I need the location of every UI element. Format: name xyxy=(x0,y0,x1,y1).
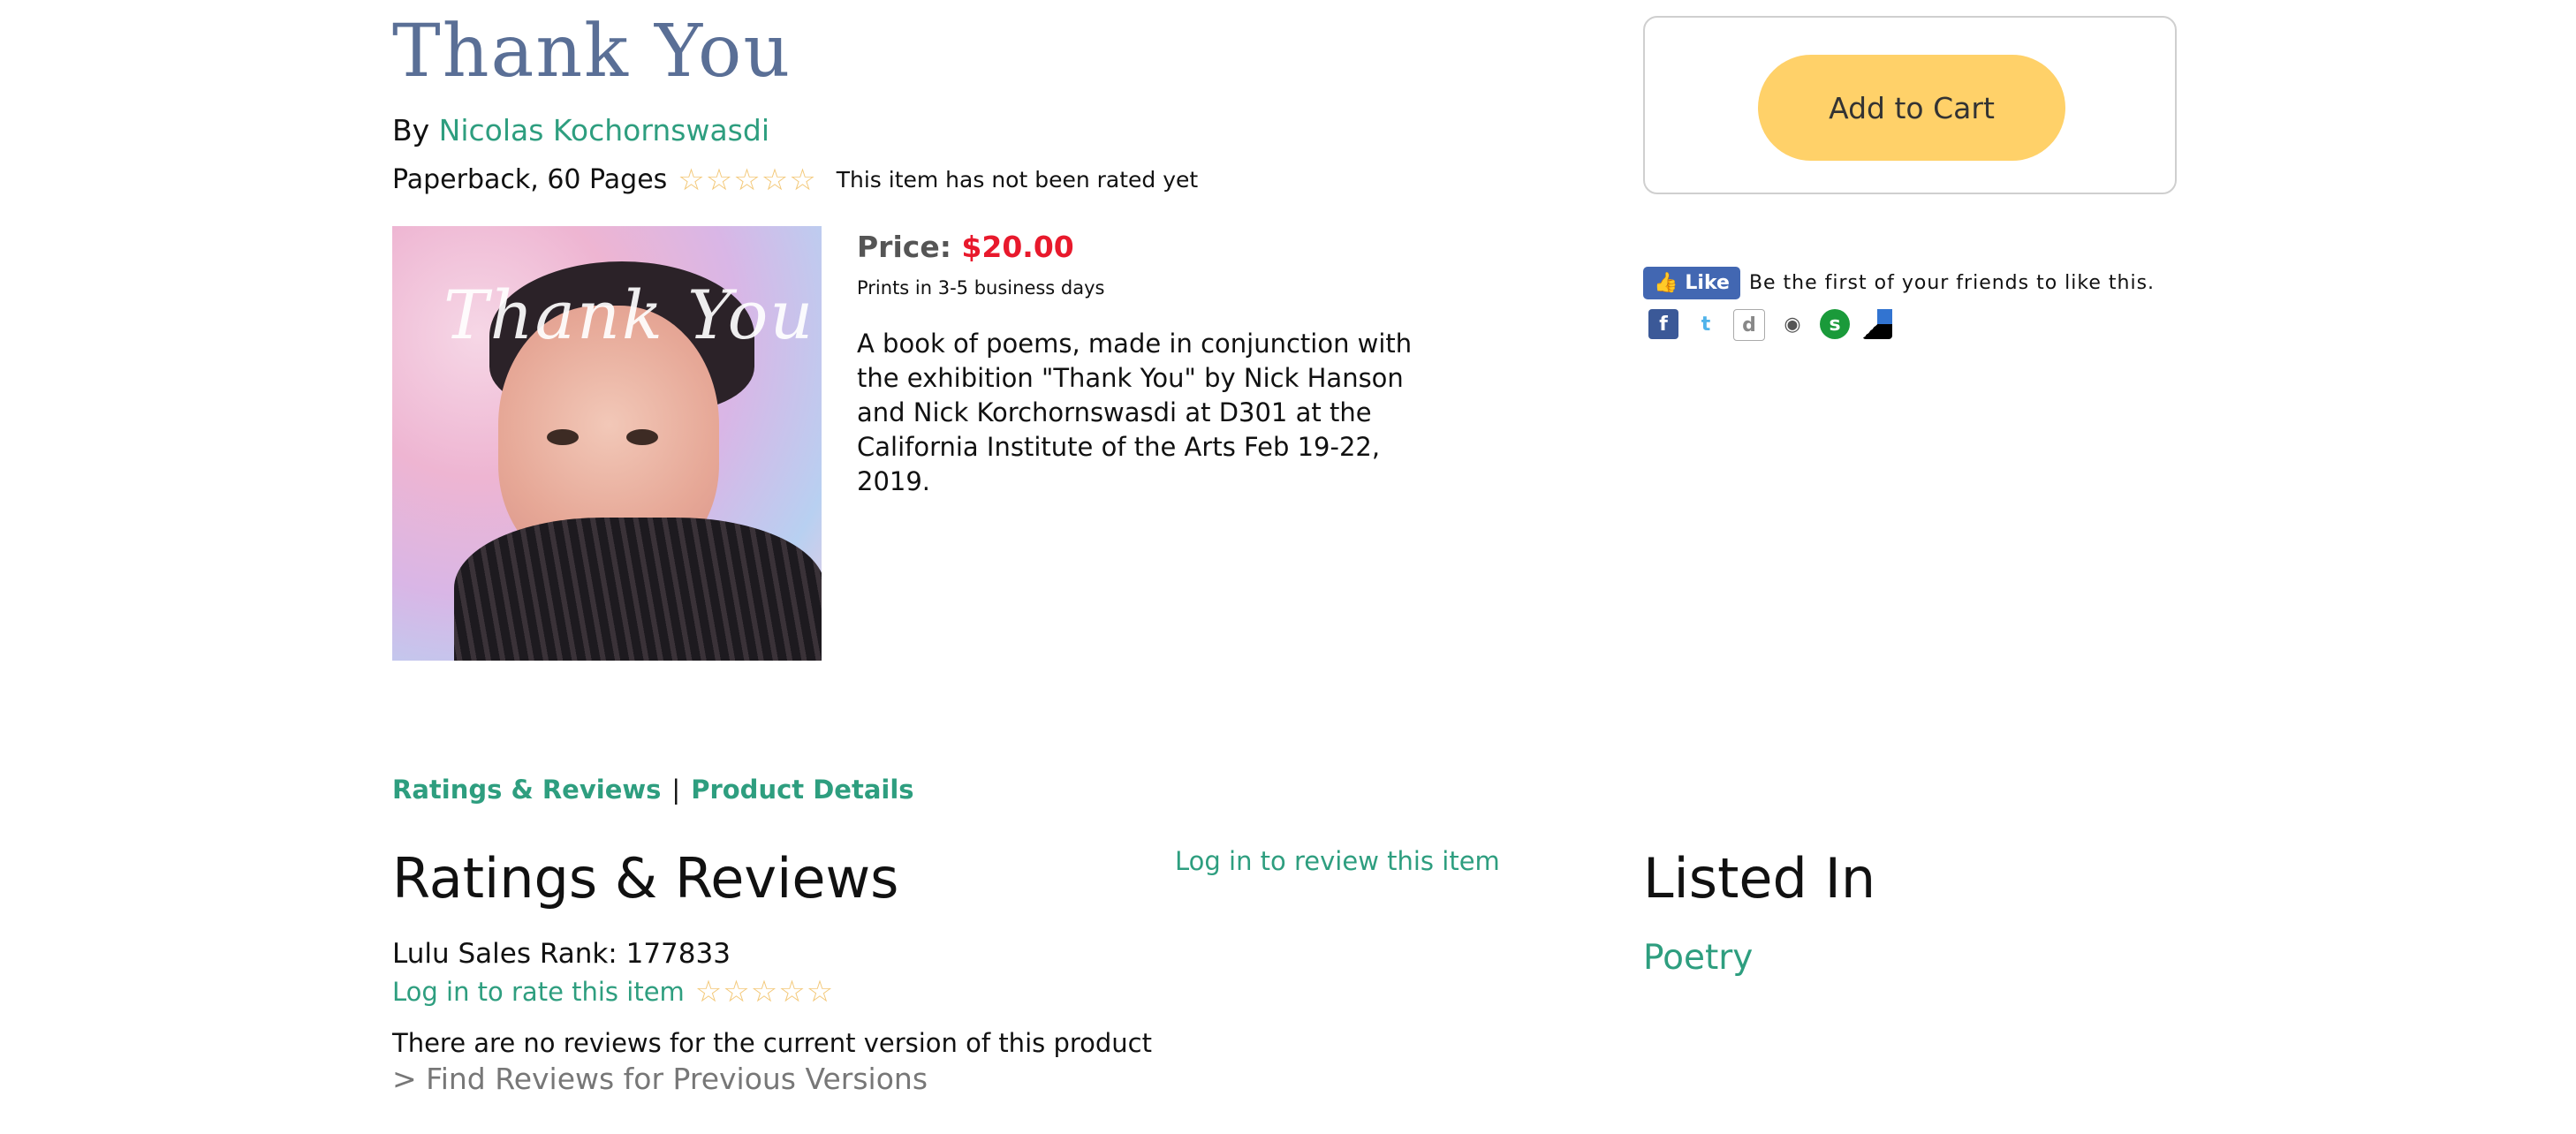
digg-icon[interactable]: d xyxy=(1733,309,1765,341)
reddit-icon[interactable]: ◉ xyxy=(1777,309,1807,339)
like-label: Like xyxy=(1685,272,1730,294)
add-to-cart-button[interactable]: Add to Cart xyxy=(1758,55,2065,161)
star-icon[interactable]: ☆ xyxy=(778,977,805,1007)
format-text: Paperback, 60 Pages xyxy=(392,164,668,195)
cover-shirt xyxy=(454,518,822,661)
like-text: Be the first of your friends to like thi… xyxy=(1748,272,2156,294)
star-icon: ☆ xyxy=(789,162,816,198)
sales-rank: Lulu Sales Rank: 177833 xyxy=(392,938,731,970)
star-icon[interactable]: ☆ xyxy=(751,977,777,1007)
category-link-poetry[interactable]: Poetry xyxy=(1643,938,1753,978)
star-icon[interactable]: ☆ xyxy=(695,977,722,1007)
twitter-icon[interactable]: t xyxy=(1691,309,1721,339)
author-link[interactable]: Nicolas Kochornswasdi xyxy=(439,113,769,147)
by-label: By xyxy=(392,113,430,147)
login-review-link[interactable]: Log in to review this item xyxy=(1175,846,1500,876)
no-reviews-text: There are no reviews for the current ver… xyxy=(392,1028,1152,1058)
previous-versions-link[interactable]: > Find Reviews for Previous Versions xyxy=(392,1062,928,1096)
cover-eye xyxy=(547,429,579,445)
price: Price: $20.00 xyxy=(857,230,1074,264)
book-cover-image: Thank You xyxy=(392,226,822,661)
tab-product-details[interactable]: Product Details xyxy=(691,775,913,805)
reviews-heading: Ratings & Reviews xyxy=(392,846,899,911)
price-label: Price: xyxy=(857,230,951,264)
rating-stars: ☆ ☆ ☆ ☆ ☆ xyxy=(678,165,816,195)
cover-title: Thank You xyxy=(443,276,815,354)
rate-stars[interactable]: ☆ ☆ ☆ ☆ ☆ xyxy=(695,977,834,1007)
rate-row: Log in to rate this item ☆ ☆ ☆ ☆ ☆ xyxy=(392,977,834,1007)
thumbs-up-icon: 👍 xyxy=(1654,272,1678,294)
tab-ratings-reviews[interactable]: Ratings & Reviews xyxy=(392,775,661,805)
star-icon: ☆ xyxy=(733,162,761,198)
login-rate-link[interactable]: Log in to rate this item xyxy=(392,977,685,1007)
stumbleupon-icon[interactable]: s xyxy=(1820,309,1850,339)
print-time: Prints in 3-5 business days xyxy=(857,277,1105,299)
listed-in-heading: Listed In xyxy=(1643,846,1876,911)
product-description: A book of poems, made in conjunction wit… xyxy=(857,329,1413,496)
delicious-icon[interactable] xyxy=(1862,309,1892,339)
star-icon[interactable]: ☆ xyxy=(807,977,833,1007)
like-button[interactable]: 👍 Like xyxy=(1643,267,1740,299)
cart-box: Add to Cart xyxy=(1643,16,2177,194)
byline: By Nicolas Kochornswasdi xyxy=(392,113,769,147)
facebook-like: 👍 Like Be the first of your friends to l… xyxy=(1643,267,2155,299)
tab-separator: | xyxy=(671,775,681,805)
cover-eye xyxy=(626,429,658,445)
star-icon: ☆ xyxy=(705,162,733,198)
facebook-icon[interactable]: f xyxy=(1648,309,1678,339)
star-icon: ☆ xyxy=(761,162,789,198)
rating-status: This item has not been rated yet xyxy=(836,167,1199,193)
star-icon[interactable]: ☆ xyxy=(723,977,749,1007)
star-icon: ☆ xyxy=(678,162,705,198)
price-amount: $20.00 xyxy=(961,230,1074,264)
product-title: Thank You xyxy=(392,10,792,94)
product-meta: Paperback, 60 Pages ☆ ☆ ☆ ☆ ☆ This item … xyxy=(392,164,1198,195)
share-icons: f t d ◉ s xyxy=(1648,309,1905,341)
tabs: Ratings & Reviews | Product Details xyxy=(392,775,914,805)
